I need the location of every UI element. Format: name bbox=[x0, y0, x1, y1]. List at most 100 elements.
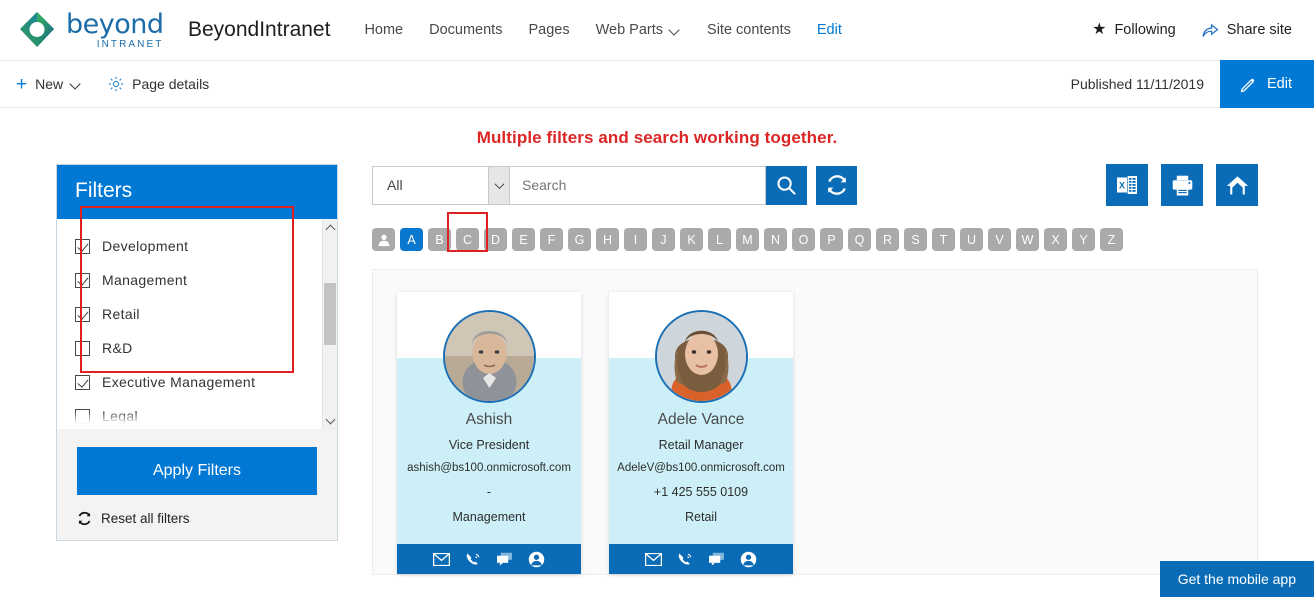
nav-label: Home bbox=[364, 22, 403, 38]
print-button[interactable] bbox=[1161, 164, 1203, 206]
filter-row[interactable]: Development bbox=[57, 229, 337, 263]
nav-label: Web Parts bbox=[596, 22, 663, 38]
alphabet-letter-r[interactable]: R bbox=[876, 228, 899, 251]
alphabet-letter-u[interactable]: U bbox=[960, 228, 983, 251]
home-button[interactable] bbox=[1216, 164, 1258, 206]
new-button[interactable]: + New bbox=[16, 75, 82, 94]
filter-checkbox-development[interactable] bbox=[75, 239, 90, 254]
alphabet-letter-s[interactable]: S bbox=[904, 228, 927, 251]
nav-label: Site contents bbox=[707, 22, 791, 38]
filter-row[interactable]: Retail bbox=[57, 297, 337, 331]
filter-checkbox-management[interactable] bbox=[75, 273, 90, 288]
apply-filters-button[interactable]: Apply Filters bbox=[77, 447, 317, 495]
filter-label: Legal bbox=[102, 408, 138, 424]
nav-item-web-parts[interactable]: Web Parts bbox=[596, 22, 681, 38]
filter-checkbox-rd[interactable] bbox=[75, 341, 90, 356]
profile-icon[interactable] bbox=[740, 551, 757, 568]
nav-item-site-contents[interactable]: Site contents bbox=[707, 22, 791, 38]
alphabet-letter-t[interactable]: T bbox=[932, 228, 955, 251]
alphabet-letter-l[interactable]: L bbox=[708, 228, 731, 251]
search-button[interactable] bbox=[766, 166, 807, 205]
nav-label: Edit bbox=[817, 22, 842, 38]
share-icon bbox=[1202, 23, 1219, 38]
search-input[interactable] bbox=[510, 166, 766, 205]
filters-scrollbar[interactable] bbox=[322, 219, 337, 429]
scroll-down-arrow-icon[interactable] bbox=[323, 412, 337, 429]
webpart-shell: Filters Development Management bbox=[0, 164, 1314, 575]
page-details-button[interactable]: Page details bbox=[108, 76, 209, 92]
profile-icon[interactable] bbox=[528, 551, 545, 568]
phone-icon[interactable] bbox=[677, 552, 693, 567]
search-group: All bbox=[372, 166, 857, 205]
alphabet-letter-p[interactable]: P bbox=[820, 228, 843, 251]
site-logo[interactable]: beyond INTRANET bbox=[16, 9, 168, 51]
person-card[interactable]: Ashish Vice President ashish@bs100.onmic… bbox=[397, 292, 581, 574]
card-action-bar bbox=[609, 544, 793, 574]
chat-icon[interactable] bbox=[496, 552, 513, 566]
filter-checkbox-retail[interactable] bbox=[75, 307, 90, 322]
filter-label: Management bbox=[102, 272, 187, 288]
alphabet-letter-e[interactable]: E bbox=[512, 228, 535, 251]
reset-all-filters-button[interactable]: Reset all filters bbox=[77, 511, 317, 526]
edit-page-button[interactable]: Edit bbox=[1220, 60, 1314, 108]
nav-item-home[interactable]: Home bbox=[364, 22, 403, 38]
site-title: BeyondIntranet bbox=[188, 18, 330, 42]
person-department: Retail bbox=[685, 510, 717, 524]
alphabet-letter-o[interactable]: O bbox=[792, 228, 815, 251]
alphabet-letter-a[interactable]: A bbox=[400, 228, 423, 251]
alphabet-letter-n[interactable]: N bbox=[764, 228, 787, 251]
nav-item-documents[interactable]: Documents bbox=[429, 22, 502, 38]
phone-icon[interactable] bbox=[465, 552, 481, 567]
chat-icon[interactable] bbox=[708, 552, 725, 566]
filters-list: Development Management Retail R&D bbox=[57, 219, 337, 429]
scrollbar-thumb[interactable] bbox=[324, 283, 336, 345]
nav-item-pages[interactable]: Pages bbox=[528, 22, 569, 38]
alphabet-letter-z[interactable]: Z bbox=[1100, 228, 1123, 251]
get-mobile-app-button[interactable]: Get the mobile app bbox=[1160, 561, 1314, 597]
command-bar-right: Published 11/11/2019 Edit bbox=[1071, 61, 1298, 107]
alphabet-letter-c[interactable]: C bbox=[456, 228, 479, 251]
mail-icon[interactable] bbox=[645, 553, 662, 566]
person-card[interactable]: Adele Vance Retail Manager AdeleV@bs100.… bbox=[609, 292, 793, 574]
filter-row[interactable]: R&D bbox=[57, 331, 337, 365]
alphabet-letter-b[interactable]: B bbox=[428, 228, 451, 251]
filter-row[interactable]: Executive Management bbox=[57, 365, 337, 399]
filter-checkbox-legal[interactable] bbox=[75, 409, 90, 424]
alphabet-letter-x[interactable]: X bbox=[1044, 228, 1067, 251]
filter-label: Executive Management bbox=[102, 374, 255, 390]
avatar bbox=[655, 310, 748, 403]
scroll-up-arrow-icon[interactable] bbox=[323, 219, 337, 236]
person-cards-panel: Ashish Vice President ashish@bs100.onmic… bbox=[372, 269, 1258, 575]
nav-item-edit[interactable]: Edit bbox=[817, 22, 842, 38]
alphabet-letter-j[interactable]: J bbox=[652, 228, 675, 251]
alphabet-letter-m[interactable]: M bbox=[736, 228, 759, 251]
share-site-button[interactable]: Share site bbox=[1202, 22, 1292, 38]
alphabet-letter-g[interactable]: G bbox=[568, 228, 591, 251]
filter-checkbox-executive-management[interactable] bbox=[75, 375, 90, 390]
alphabet-letter-q[interactable]: Q bbox=[848, 228, 871, 251]
filter-row[interactable]: Legal bbox=[57, 399, 337, 429]
chevron-down-icon[interactable] bbox=[488, 167, 509, 204]
filters-panel: Filters Development Management bbox=[56, 164, 338, 541]
alphabet-letter-f[interactable]: F bbox=[540, 228, 563, 251]
search-scope-select[interactable]: All bbox=[372, 166, 510, 205]
following-button[interactable]: ★ Following bbox=[1092, 22, 1176, 38]
alphabet-letter-w[interactable]: W bbox=[1016, 228, 1039, 251]
filter-row[interactable]: Management bbox=[57, 263, 337, 297]
alphabet-letter-v[interactable]: V bbox=[988, 228, 1011, 251]
alphabet-letter-k[interactable]: K bbox=[680, 228, 703, 251]
plus-icon: + bbox=[16, 75, 27, 94]
export-excel-button[interactable]: X bbox=[1106, 164, 1148, 206]
alphabet-letter-y[interactable]: Y bbox=[1072, 228, 1095, 251]
person-phone: - bbox=[487, 485, 491, 499]
alphabet-all-button[interactable] bbox=[372, 228, 395, 251]
alphabet-letter-i[interactable]: I bbox=[624, 228, 647, 251]
gear-icon bbox=[108, 76, 124, 92]
person-department: Management bbox=[453, 510, 526, 524]
logo-wordmark: beyond bbox=[66, 11, 164, 38]
following-label: Following bbox=[1114, 22, 1175, 38]
alphabet-letter-h[interactable]: H bbox=[596, 228, 619, 251]
alphabet-letter-d[interactable]: D bbox=[484, 228, 507, 251]
mail-icon[interactable] bbox=[433, 553, 450, 566]
refresh-results-button[interactable] bbox=[816, 166, 857, 205]
